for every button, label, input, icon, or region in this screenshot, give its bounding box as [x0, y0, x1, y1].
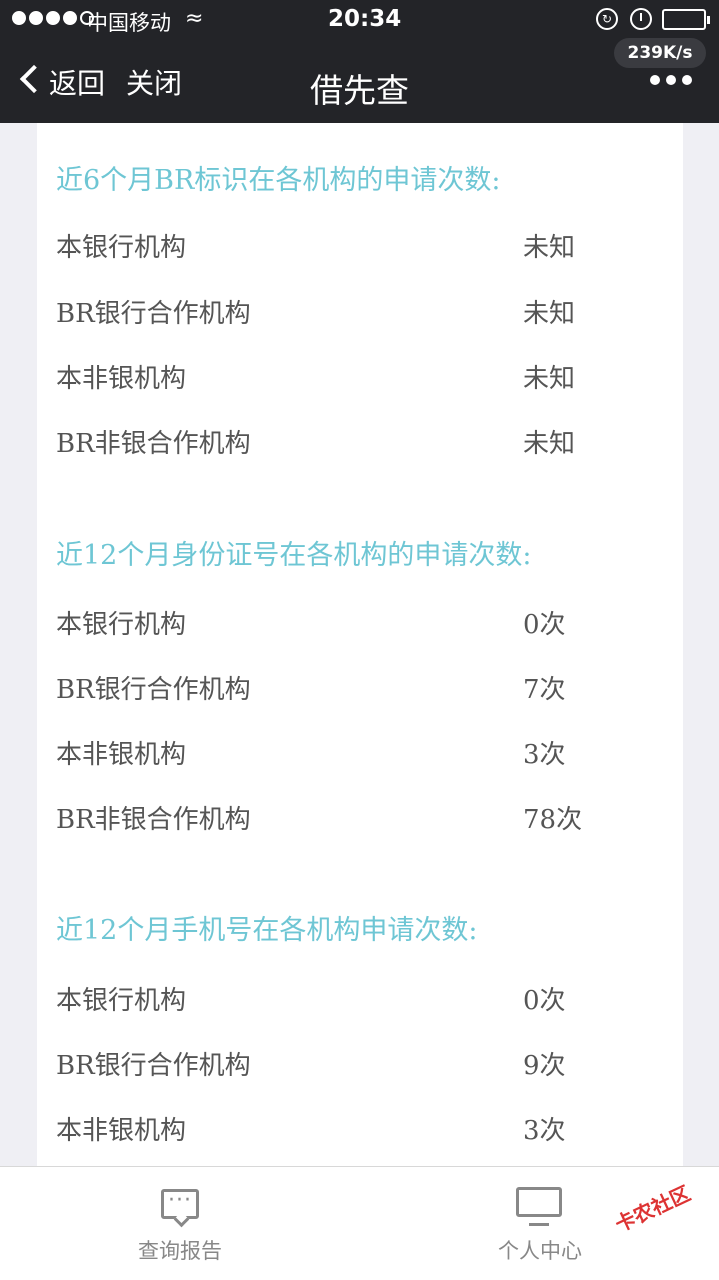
row-label: BR银行合作机构 [56, 1051, 251, 1081]
rotation-lock-icon: ↻ [596, 8, 618, 30]
battery-icon [662, 9, 710, 30]
monitor-icon [516, 1187, 562, 1226]
row-label: BR银行合作机构 [56, 675, 251, 705]
row-value: 未知 [523, 299, 576, 329]
row-label: 本银行机构 [56, 986, 187, 1016]
row-value: 9次 [523, 1051, 566, 1081]
row-value: 未知 [523, 364, 576, 394]
row-label: 本非银机构 [56, 364, 187, 394]
section-title: 近12个月手机号在各机构申请次数: [56, 915, 478, 946]
wifi-icon: ≈ [185, 6, 204, 31]
report-content[interactable]: 近6个月BR标识在各机构的申请次数: 本银行机构 未知 BR银行合作机构 未知 … [37, 123, 683, 1166]
message-icon [161, 1188, 199, 1219]
more-options-icon[interactable] [650, 75, 692, 85]
row-value: 3次 [523, 740, 566, 770]
row-label: 本银行机构 [56, 610, 187, 640]
row-label: 本非银机构 [56, 740, 187, 770]
row-value: 7次 [523, 675, 566, 705]
row-label: 本非银机构 [56, 1116, 187, 1146]
top-bar: 中国移动 ≈ 20:34 ↻ 239K/s 返回 关闭 借先查 [0, 0, 719, 123]
tab-query-report[interactable]: 查询报告 [80, 1167, 280, 1280]
row-label: BR银行合作机构 [56, 299, 251, 329]
page-title: 借先查 [310, 71, 409, 110]
carrier-name: 中国移动 [87, 11, 171, 35]
status-bar: 中国移动 ≈ 20:34 ↻ [0, 0, 719, 40]
row-value: 0次 [523, 986, 566, 1016]
row-value: 0次 [523, 610, 566, 640]
signal-strength-icon [12, 11, 94, 25]
bottom-tab-bar: 查询报告 个人中心 [0, 1166, 719, 1280]
tab-label: 个人中心 [498, 1239, 582, 1263]
row-value: 3次 [523, 1116, 566, 1146]
section-title: 近6个月BR标识在各机构的申请次数: [56, 165, 501, 196]
row-value: 未知 [523, 233, 576, 263]
row-value: 未知 [523, 429, 576, 459]
section-title: 近12个月身份证号在各机构的申请次数: [56, 540, 532, 571]
tab-personal-center[interactable]: 个人中心 [440, 1167, 640, 1280]
tab-label: 查询报告 [138, 1239, 222, 1263]
alarm-icon [630, 8, 652, 30]
row-value: 78次 [523, 805, 583, 835]
row-label: BR非银合作机构 [56, 805, 251, 835]
row-label: BR非银合作机构 [56, 429, 251, 459]
status-time: 20:34 [328, 6, 402, 32]
row-label: 本银行机构 [56, 233, 187, 263]
